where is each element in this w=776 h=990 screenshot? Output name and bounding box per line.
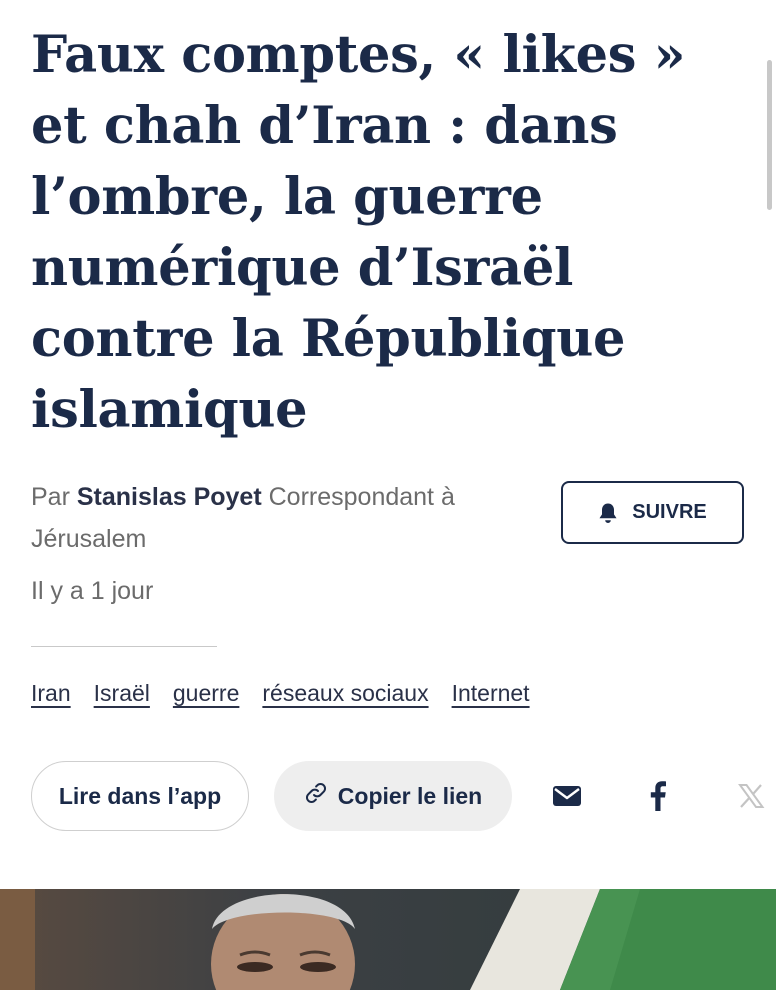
tag-link[interactable]: Internet	[452, 680, 530, 707]
mail-icon[interactable]	[547, 776, 587, 816]
follow-button[interactable]: SUIVRE	[561, 481, 744, 544]
tag-list: Iran Israël guerre réseaux sociaux Inter…	[31, 680, 530, 707]
scrollbar[interactable]	[767, 60, 772, 210]
publish-date: Il y a 1 jour	[31, 577, 154, 605]
bell-icon	[598, 502, 618, 524]
x-icon[interactable]	[731, 776, 771, 816]
facebook-icon[interactable]	[638, 776, 678, 816]
article-headline: Faux comptes, « likes » et chah d’Iran :…	[31, 25, 686, 440]
byline: Par Stanislas Poyet Correspondant à Jéru…	[31, 476, 531, 560]
author-name[interactable]: Stanislas Poyet	[77, 483, 262, 511]
read-in-app-button[interactable]: Lire dans l’app	[31, 761, 249, 831]
tag-link[interactable]: guerre	[173, 680, 239, 707]
tag-link[interactable]: Iran	[31, 680, 71, 707]
hero-image	[0, 889, 776, 990]
copy-link-label: Copier le lien	[337, 782, 483, 809]
copy-link-button[interactable]: Copier le lien	[274, 761, 512, 831]
tag-link[interactable]: Israël	[94, 680, 150, 707]
tag-link[interactable]: réseaux sociaux	[262, 680, 428, 707]
divider	[31, 646, 217, 647]
read-in-app-label: Lire dans l’app	[58, 782, 222, 809]
follow-label: SUIVRE	[632, 501, 707, 523]
byline-prefix: Par	[31, 483, 77, 511]
link-icon	[304, 781, 328, 811]
